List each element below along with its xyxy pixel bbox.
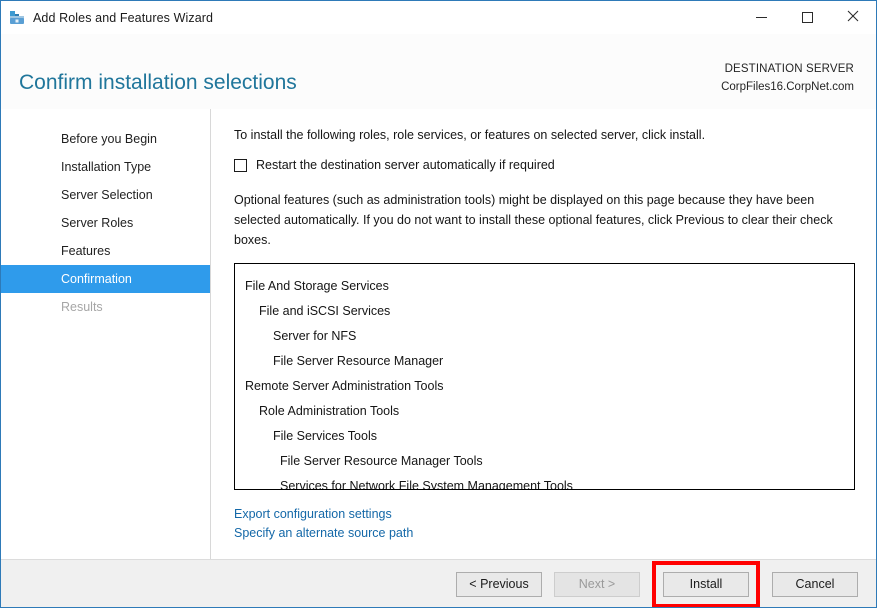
list-item[interactable]: Server for NFS [235,324,854,349]
list-item[interactable]: Remote Server Administration Tools [235,374,854,399]
wizard-button-row: < Previous Next > Install Cancel [456,561,858,607]
restart-checkbox[interactable] [234,158,247,172]
body-area: Before you Begin Installation Type Serve… [1,109,876,559]
cancel-button[interactable]: Cancel [772,572,858,597]
page-header: Confirm installation selections DESTINAT… [1,34,876,109]
title-bar: Add Roles and Features Wizard [1,1,876,34]
close-button[interactable] [830,1,876,34]
list-item[interactable]: File and iSCSI Services [235,299,854,324]
sidebar-item-features[interactable]: Features [1,237,210,265]
minimize-button[interactable] [738,1,784,34]
sidebar-item-server-roles[interactable]: Server Roles [1,209,210,237]
destination-server-label: DESTINATION SERVER [724,63,854,75]
sidebar-item-before-you-begin[interactable]: Before you Begin [1,125,210,153]
wizard-step-list: Before you Begin Installation Type Serve… [1,125,210,321]
selections-list-inner: File And Storage Services File and iSCSI… [235,264,854,489]
maximize-icon [801,12,813,23]
footer-bar: < Previous Next > Install Cancel [1,559,876,607]
next-button: Next > [554,572,640,597]
minimize-icon [755,17,767,18]
list-item[interactable]: Services for Network File System Managem… [235,474,854,489]
selections-list-box[interactable]: File And Storage Services File and iSCSI… [234,263,855,490]
wizard-sidebar: Before you Begin Installation Type Serve… [1,109,211,559]
list-item[interactable]: File Server Resource Manager Tools [235,449,854,474]
list-item[interactable]: Role Administration Tools [235,399,854,424]
list-item[interactable]: File Services Tools [235,424,854,449]
export-configuration-settings-link[interactable]: Export configuration settings [234,505,413,524]
page-title: Confirm installation selections [19,71,297,94]
specify-alternate-source-path-link[interactable]: Specify an alternate source path [234,524,413,543]
main-content-pane: To install the following roles, role ser… [212,109,876,559]
sidebar-item-installation-type[interactable]: Installation Type [1,153,210,181]
destination-server-name: CorpFiles16.CorpNet.com [721,80,854,93]
restart-checkbox-row[interactable]: Restart the destination server automatic… [234,158,555,172]
wizard-toolbox-icon [9,10,25,26]
destination-server-block: DESTINATION SERVER CorpFiles16.CorpNet.c… [721,61,854,97]
install-button-highlight: Install [652,561,760,607]
sidebar-item-server-selection[interactable]: Server Selection [1,181,210,209]
window-title: Add Roles and Features Wizard [33,10,214,25]
intro-instruction-text: To install the following roles, role ser… [234,128,706,142]
maximize-button[interactable] [784,1,830,34]
previous-button[interactable]: < Previous [456,572,542,597]
close-icon [847,9,859,27]
list-item[interactable]: File Server Resource Manager [235,349,854,374]
optional-features-note: Optional features (such as administratio… [234,193,833,247]
wizard-window: Add Roles and Features Wizard Confirm in… [0,0,877,608]
install-button[interactable]: Install [663,572,749,597]
action-links: Export configuration settings Specify an… [234,505,413,544]
sidebar-item-confirmation[interactable]: Confirmation [1,265,210,293]
restart-checkbox-label: Restart the destination server automatic… [256,158,555,172]
list-item[interactable]: File And Storage Services [235,274,854,299]
caption-button-group [738,1,876,34]
sidebar-item-results: Results [61,300,103,314]
